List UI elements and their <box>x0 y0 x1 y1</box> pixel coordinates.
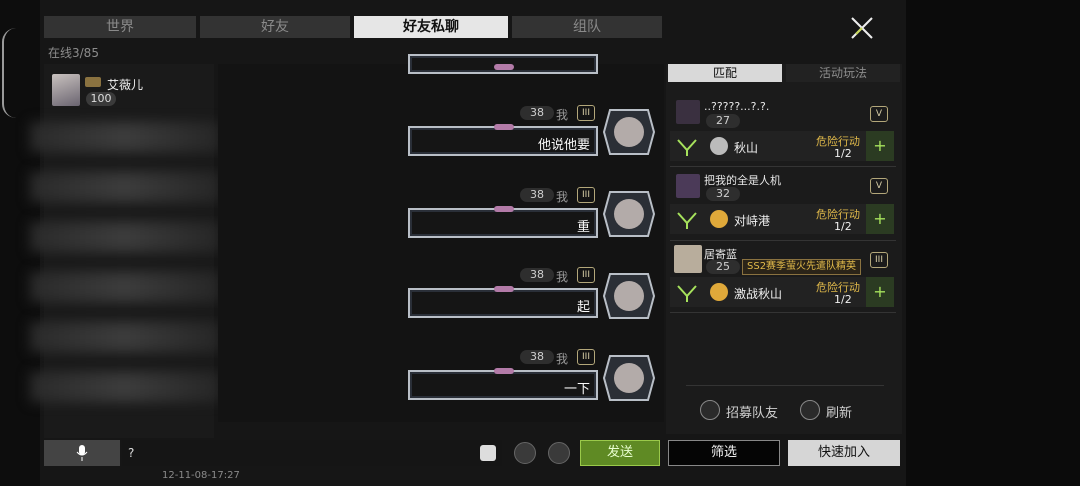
team-emblem-icon <box>677 139 697 156</box>
tab-team[interactable]: 组队 <box>512 16 662 38</box>
divider <box>686 385 884 386</box>
refresh-button[interactable]: 刷新 <box>826 402 852 421</box>
friend-item-selected[interactable]: 艾薇儿 100 <box>44 68 214 114</box>
blurred-item <box>30 172 220 202</box>
message-sender: 我 <box>556 270 569 284</box>
message-sender: 我 <box>556 190 569 204</box>
right-edge <box>906 0 1080 486</box>
tab-activities[interactable]: 活动玩法 <box>786 64 900 82</box>
divider <box>670 240 896 241</box>
blurred-item <box>30 222 220 252</box>
captain-avatar <box>676 174 700 198</box>
team-emblem-icon <box>677 212 697 229</box>
team-emblem-icon <box>677 285 697 302</box>
edge-arc <box>2 28 16 118</box>
rank-badge: V <box>870 178 888 194</box>
rank-badge: V <box>870 106 888 122</box>
rank-badge: III <box>870 252 888 268</box>
quick-join-button[interactable]: 快速加入 <box>788 440 900 466</box>
rank-badge: III <box>577 349 595 365</box>
member-count: 1/2 <box>834 147 852 160</box>
rank-badge: III <box>577 105 595 121</box>
bubble-ornament <box>494 206 514 212</box>
join-team-button[interactable]: + <box>866 204 894 234</box>
rank-icon <box>85 77 101 87</box>
bubble-ornament <box>494 368 514 374</box>
bubble-ornament <box>494 124 514 130</box>
captain-level: 32 <box>706 187 740 201</box>
divider <box>670 312 896 313</box>
map-name: 对峙港 <box>734 214 771 228</box>
flag-icon[interactable] <box>700 400 720 420</box>
avatar-frame[interactable] <box>602 108 656 156</box>
message-bubble: 他说他要 <box>408 124 598 156</box>
microphone-icon <box>76 445 88 461</box>
message-level: 38 <box>520 268 554 282</box>
tab-match[interactable]: 匹配 <box>668 64 782 82</box>
message-text: 重 <box>576 220 590 235</box>
voice-button[interactable] <box>44 440 120 466</box>
message-sender: 我 <box>556 108 569 122</box>
captain-avatar <box>674 245 702 273</box>
location-share-icon[interactable] <box>514 442 536 464</box>
friend-level: 100 <box>86 92 116 106</box>
refresh-icon[interactable] <box>800 400 820 420</box>
bubble-ornament <box>494 64 514 70</box>
avatar-frame[interactable] <box>602 190 656 238</box>
recruit-button[interactable]: 招募队友 <box>726 402 778 421</box>
message-level: 38 <box>520 188 554 202</box>
map-icon <box>710 210 728 228</box>
rank-badge: III <box>577 267 595 283</box>
message-bubble: 重 <box>408 206 598 238</box>
chat-window: 世界 好友 好友私聊 组队 在线3/85 艾薇儿 100 38 我 III 他说… <box>0 0 1080 486</box>
map-name: 激战秋山 <box>734 287 783 301</box>
join-team-button[interactable]: + <box>866 277 894 307</box>
message-text: 一下 <box>563 382 590 397</box>
close-icon[interactable] <box>846 12 878 44</box>
member-count: 1/2 <box>834 220 852 233</box>
divider <box>670 166 896 167</box>
captain-level: 27 <box>706 114 740 128</box>
message-bubble <box>408 54 598 74</box>
member-count: 1/2 <box>834 293 852 306</box>
tab-private-chat[interactable]: 好友私聊 <box>354 16 508 38</box>
online-count: 在线3/85 <box>48 46 99 60</box>
captain-name: ..?????...?.?. <box>704 100 770 113</box>
avatar-frame[interactable] <box>602 272 656 320</box>
avatar-frame[interactable] <box>602 354 656 402</box>
rank-badge: III <box>577 187 595 203</box>
filter-button[interactable]: 筛选 <box>668 440 780 466</box>
map-icon <box>710 283 728 301</box>
title-badge: SS2赛季萤火先遣队精英 <box>742 259 862 275</box>
message-bubble: 一下 <box>408 368 598 400</box>
timestamp: 12-11-08-17:27 <box>162 470 240 481</box>
message-bubble: 起 <box>408 286 598 318</box>
map-name: 秋山 <box>734 141 759 155</box>
blurred-item <box>30 122 220 152</box>
tab-friends[interactable]: 好友 <box>200 16 350 38</box>
blurred-item <box>30 322 220 352</box>
blurred-item <box>30 372 220 402</box>
captain-level: 25 <box>706 260 740 274</box>
emoji-icon[interactable] <box>480 445 496 461</box>
message-level: 38 <box>520 350 554 364</box>
bubble-ornament <box>494 286 514 292</box>
join-team-button[interactable]: + <box>866 131 894 161</box>
chat-input[interactable]: ? <box>122 440 502 466</box>
map-icon <box>710 137 728 155</box>
message-sender: 我 <box>556 352 569 366</box>
message-text: 起 <box>576 300 590 315</box>
message-text: 他说他要 <box>537 138 590 153</box>
chat-input-value: ? <box>128 446 135 460</box>
captain-name: 把我的全是人机 <box>704 174 781 187</box>
tab-world[interactable]: 世界 <box>44 16 196 38</box>
send-button[interactable]: 发送 <box>580 440 660 466</box>
captain-avatar <box>676 100 700 124</box>
blurred-item <box>30 272 220 302</box>
message-level: 38 <box>520 106 554 120</box>
avatar <box>52 74 80 106</box>
quick-chat-icon[interactable] <box>548 442 570 464</box>
friend-name: 艾薇儿 <box>107 78 144 92</box>
chat-messages[interactable] <box>218 54 664 422</box>
